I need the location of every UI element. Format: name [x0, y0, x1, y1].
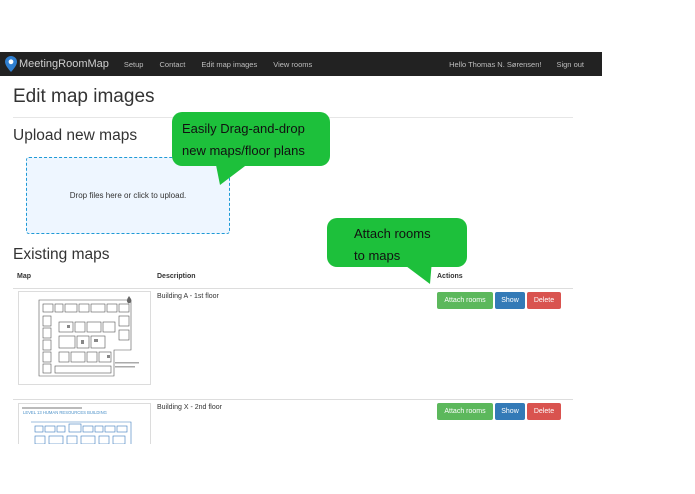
user-greeting: Hello Thomas N. Sørensen! — [449, 59, 542, 69]
nav-edit-map-images[interactable]: Edit map images — [201, 60, 257, 69]
sign-out-link[interactable]: Sign out — [556, 60, 584, 69]
map-description: Building X - 2nd floor — [157, 404, 222, 411]
nav-view-rooms[interactable]: View rooms — [273, 60, 312, 69]
callout-line: new maps/floor plans — [182, 143, 305, 158]
nav-right: Hello Thomas N. Sørensen! Sign out — [449, 60, 602, 69]
navbar: MeetingRoomMap Setup Contact Edit map im… — [0, 52, 602, 76]
attach-rooms-callout: Attach rooms to maps — [327, 218, 467, 267]
column-header-actions: Actions — [437, 273, 463, 280]
thumb-caption-rule — [22, 407, 82, 409]
table-header-divider — [13, 288, 573, 289]
map-thumbnail[interactable] — [18, 291, 151, 385]
attach-rooms-button[interactable]: Attach rooms — [437, 292, 493, 309]
brand-name: MeetingRoomMap — [19, 58, 109, 70]
existing-maps-heading: Existing maps — [13, 246, 110, 263]
brand[interactable]: MeetingRoomMap — [5, 56, 109, 72]
row-divider — [13, 399, 573, 400]
nav-setup[interactable]: Setup — [124, 60, 144, 69]
upload-dropzone[interactable]: Drop files here or click to upload. — [26, 157, 230, 234]
upload-heading: Upload new maps — [13, 127, 138, 144]
delete-button[interactable]: Delete — [527, 292, 561, 309]
nav-contact[interactable]: Contact — [159, 60, 185, 69]
thumb-caption: LEVEL 13 HUMAN RESOURCES BUILDING — [23, 410, 107, 415]
column-header-map: Map — [17, 273, 31, 280]
dropzone-text: Drop files here or click to upload. — [69, 191, 187, 200]
drag-drop-callout: Easily Drag-and-drop new maps/floor plan… — [172, 112, 330, 166]
column-header-description: Description — [157, 273, 196, 280]
map-thumbnail[interactable]: LEVEL 13 HUMAN RESOURCES BUILDING — [18, 403, 151, 444]
show-button[interactable]: Show — [495, 292, 525, 309]
map-pin-icon — [5, 56, 17, 72]
callout-line: to maps — [354, 248, 401, 263]
callout-line: Attach rooms — [354, 226, 431, 241]
map-description: Building A - 1st floor — [157, 293, 219, 300]
page-title: Edit map images — [13, 86, 155, 107]
show-button[interactable]: Show — [495, 403, 525, 420]
delete-button[interactable]: Delete — [527, 403, 561, 420]
callout-line: Easily Drag-and-drop — [182, 121, 305, 136]
attach-rooms-button[interactable]: Attach rooms — [437, 403, 493, 420]
